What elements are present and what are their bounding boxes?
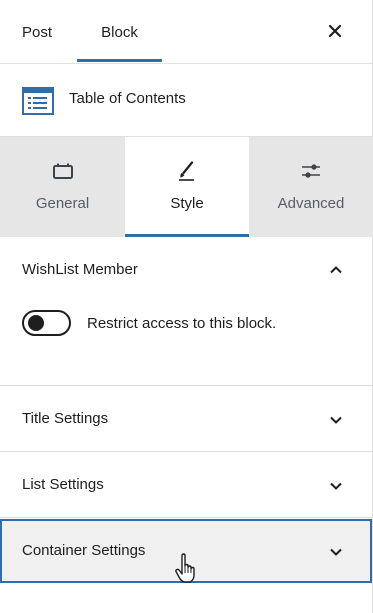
brush-icon xyxy=(179,161,194,181)
panel-wishlist-title[interactable]: WishList Member xyxy=(22,261,138,278)
tab-style[interactable]: Style xyxy=(125,137,249,237)
tab-advanced[interactable]: Advanced xyxy=(249,137,373,237)
block-title: Table of Contents xyxy=(69,90,186,107)
block-card: Table of Contents xyxy=(0,64,372,137)
toggle-knob xyxy=(28,315,44,331)
panel-list-settings[interactable]: List Settings xyxy=(0,452,372,518)
restrict-access-toggle[interactable] xyxy=(22,310,71,336)
chevron-down-icon xyxy=(330,482,342,490)
block-settings-sidebar: Post Block Table of Contents General Sty… xyxy=(0,0,373,613)
panel-list-settings-title: List Settings xyxy=(22,476,104,493)
tab-block[interactable]: Block xyxy=(77,0,162,64)
close-sidebar-button[interactable] xyxy=(324,20,346,42)
inspector-tabs: General Style Advanced xyxy=(0,137,373,237)
panel-wishlist-member: WishList Member Restrict access to this … xyxy=(0,237,372,386)
hand-pointer-cursor-icon xyxy=(175,553,195,583)
close-icon xyxy=(328,24,342,38)
tab-general-label: General xyxy=(35,195,90,212)
chevron-down-icon xyxy=(330,548,342,556)
sliders-icon xyxy=(302,164,320,178)
panel-container-settings-title: Container Settings xyxy=(22,542,146,559)
general-icon xyxy=(52,163,73,179)
tab-general[interactable]: General xyxy=(0,137,125,237)
restrict-access-row: Restrict access to this block. xyxy=(22,310,276,336)
chevron-down-icon xyxy=(330,416,342,424)
tab-post[interactable]: Post xyxy=(22,0,52,64)
chevron-up-icon[interactable] xyxy=(328,262,344,278)
panel-title-settings[interactable]: Title Settings xyxy=(0,386,372,452)
sidebar-top-tabs: Post Block xyxy=(0,0,372,64)
tab-advanced-label: Advanced xyxy=(277,195,345,212)
table-of-contents-icon xyxy=(22,87,54,115)
tab-style-label: Style xyxy=(170,195,204,212)
restrict-access-label: Restrict access to this block. xyxy=(87,314,277,332)
panel-title-settings-title: Title Settings xyxy=(22,410,109,427)
